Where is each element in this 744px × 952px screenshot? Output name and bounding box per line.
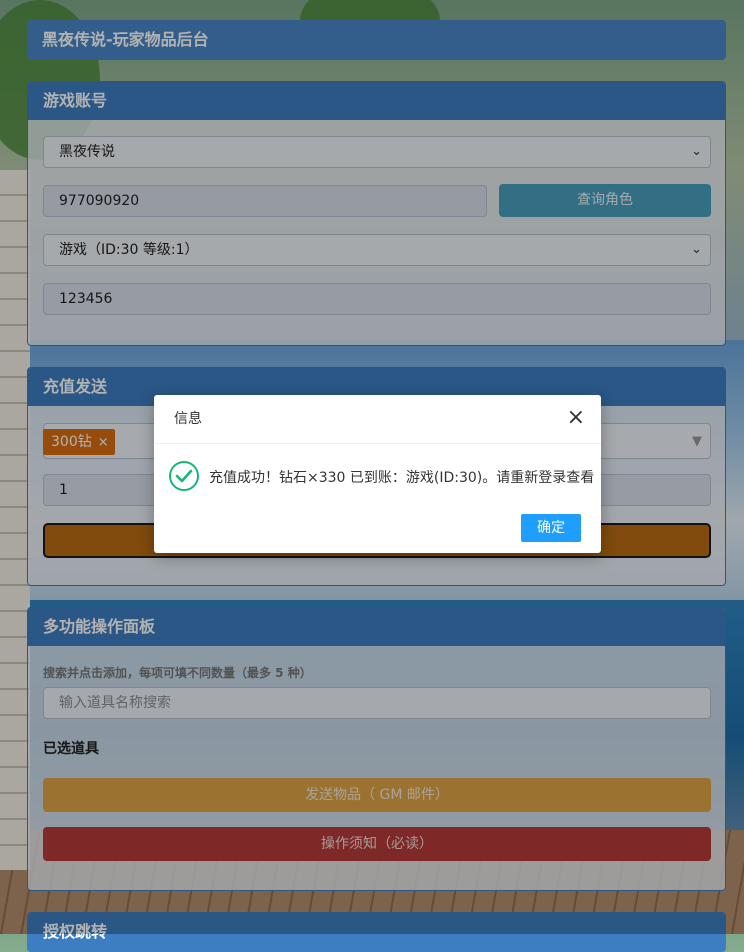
dialog-message: 充值成功！钻石×330 已到账：游戏(ID:30)。请重新登录查看 [209, 470, 595, 486]
confirm-button[interactable]: 确定 [521, 514, 581, 542]
info-dialog: 信息 × 充值成功！钻石×330 已到账：游戏(ID:30)。请重新登录查看 确… [154, 395, 601, 553]
dialog-title: 信息 [154, 395, 601, 444]
close-icon[interactable]: × [567, 407, 585, 429]
success-check-icon [169, 461, 199, 491]
